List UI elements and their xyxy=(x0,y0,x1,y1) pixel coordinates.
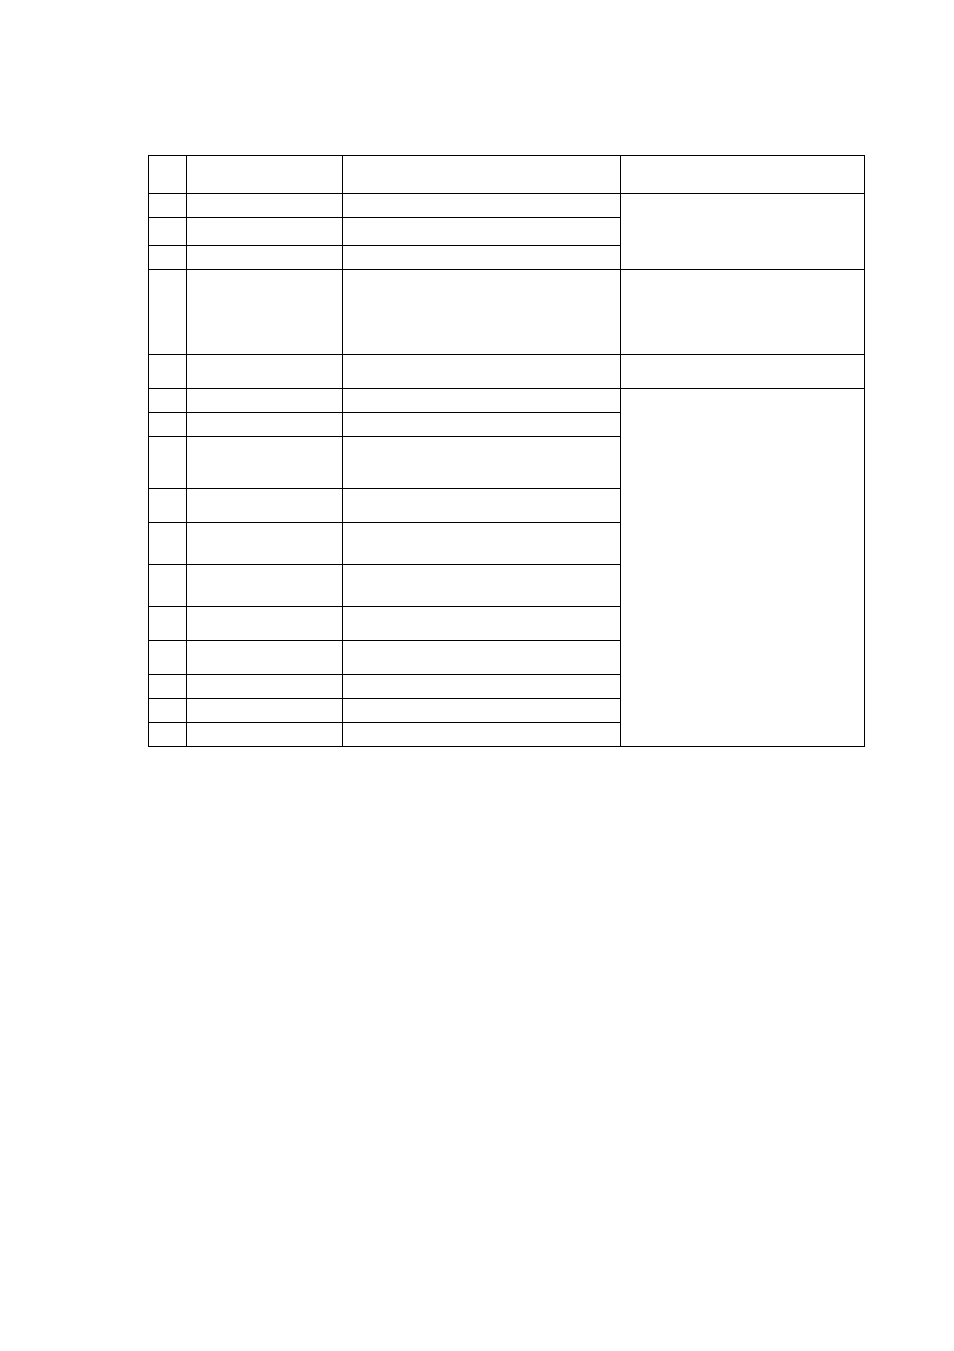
cell xyxy=(149,389,187,413)
cell xyxy=(343,489,621,523)
cell xyxy=(343,355,621,389)
cell xyxy=(621,156,865,194)
cell xyxy=(149,523,187,565)
cell xyxy=(187,489,343,523)
cell xyxy=(343,194,621,218)
cell xyxy=(343,565,621,607)
cell xyxy=(149,723,187,747)
table-row xyxy=(149,270,865,355)
cell xyxy=(187,413,343,437)
cell xyxy=(149,413,187,437)
cell xyxy=(149,218,187,246)
cell xyxy=(149,675,187,699)
cell xyxy=(343,523,621,565)
cell xyxy=(149,437,187,489)
table-row xyxy=(149,355,865,389)
table-row xyxy=(149,194,865,218)
cell xyxy=(343,437,621,489)
cell-merged xyxy=(621,194,865,270)
cell xyxy=(343,246,621,270)
cell xyxy=(149,355,187,389)
cell xyxy=(621,270,865,355)
cell xyxy=(343,723,621,747)
cell xyxy=(343,156,621,194)
cell xyxy=(343,218,621,246)
cell xyxy=(187,607,343,641)
cell-merged xyxy=(621,389,865,747)
cell xyxy=(187,218,343,246)
cell xyxy=(343,607,621,641)
cell xyxy=(343,699,621,723)
cell xyxy=(187,270,343,355)
cell xyxy=(149,699,187,723)
cell xyxy=(187,675,343,699)
cell xyxy=(343,675,621,699)
cell xyxy=(343,270,621,355)
cell xyxy=(149,156,187,194)
cell xyxy=(187,437,343,489)
cell xyxy=(149,489,187,523)
cell xyxy=(187,389,343,413)
cell xyxy=(187,246,343,270)
cell xyxy=(343,641,621,675)
cell xyxy=(343,413,621,437)
table-row xyxy=(149,389,865,413)
cell xyxy=(187,355,343,389)
data-table xyxy=(148,155,865,747)
cell xyxy=(149,246,187,270)
cell xyxy=(149,565,187,607)
cell xyxy=(149,194,187,218)
cell xyxy=(187,156,343,194)
cell xyxy=(187,723,343,747)
cell xyxy=(187,641,343,675)
page xyxy=(0,0,954,1351)
cell xyxy=(187,523,343,565)
cell xyxy=(621,355,865,389)
cell xyxy=(187,699,343,723)
table-row xyxy=(149,156,865,194)
cell xyxy=(149,641,187,675)
cell xyxy=(187,194,343,218)
cell xyxy=(187,565,343,607)
cell xyxy=(343,389,621,413)
cell xyxy=(149,270,187,355)
cell xyxy=(149,607,187,641)
